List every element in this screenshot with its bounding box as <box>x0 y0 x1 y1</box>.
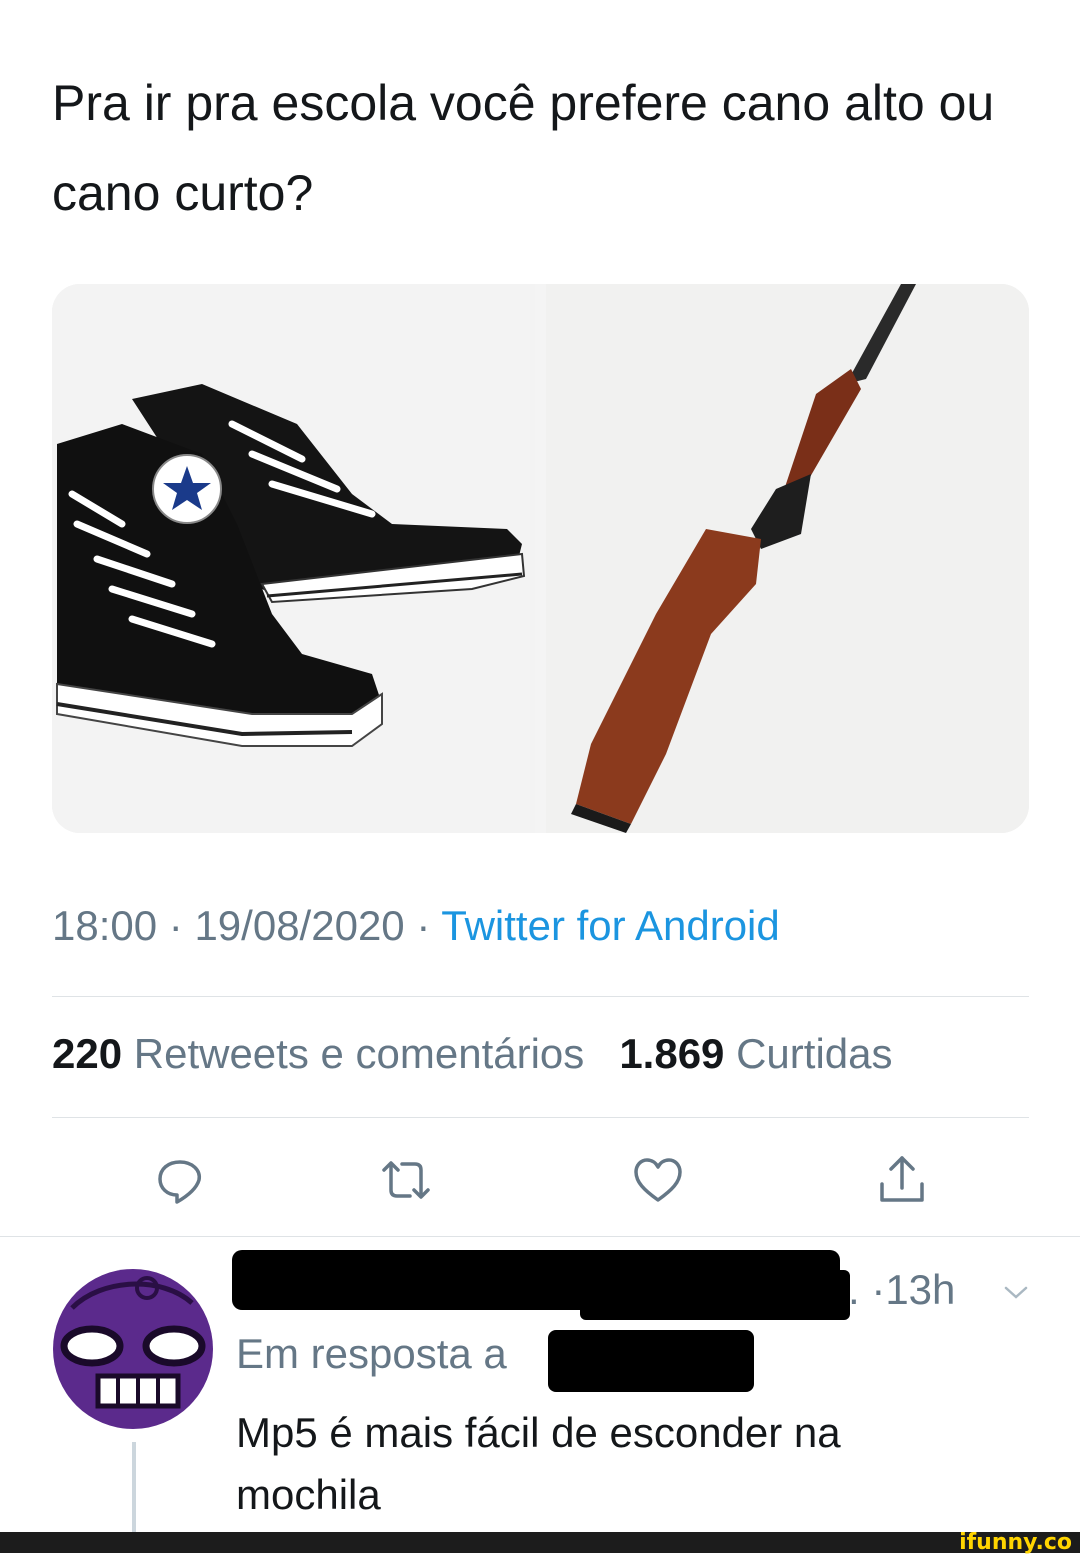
tweet-media[interactable] <box>52 284 1029 833</box>
tweet-actions <box>0 1148 1080 1218</box>
redacted-reply-target <box>548 1330 754 1392</box>
divider <box>52 996 1029 997</box>
divider <box>0 1236 1080 1237</box>
divider <box>52 1117 1029 1118</box>
retweets-label: Retweets e comentários <box>133 1030 585 1077</box>
reply-text: Mp5 é mais fácil de esconder na mochila <box>236 1409 841 1518</box>
retweet-button[interactable] <box>378 1152 434 1208</box>
redacted-handle <box>580 1270 850 1320</box>
likes-label: Curtidas <box>736 1030 893 1077</box>
tweet-source-link[interactable]: Twitter for Android <box>441 902 779 949</box>
tweet-date: 19/08/2020 <box>194 902 405 949</box>
retweets-stat[interactable]: 220 Retweets e comentários <box>52 1030 584 1077</box>
ifunny-watermark: ifunny.co <box>959 1530 1072 1555</box>
share-icon <box>880 1156 924 1202</box>
thread-line <box>132 1442 136 1532</box>
reply-button[interactable] <box>152 1152 208 1208</box>
likes-count: 1.869 <box>619 1030 725 1077</box>
tweet-text: Pra ir pra escola você prefere cano alto… <box>52 75 995 221</box>
tweet-meta: 18:00 · 19/08/2020 · Twitter for Android <box>52 902 780 950</box>
shotgun-image[interactable] <box>546 284 1029 833</box>
retweet-icon <box>382 1161 430 1199</box>
retweets-count: 220 <box>52 1030 123 1077</box>
meta-separator: · <box>416 902 431 949</box>
likes-stat[interactable]: 1.869 Curtidas <box>619 1030 892 1077</box>
meta-separator: · <box>168 902 183 949</box>
like-button[interactable] <box>630 1152 686 1208</box>
watermark-bar <box>0 1532 1080 1553</box>
in-reply-to-label: Em resposta a <box>236 1330 507 1377</box>
like-icon <box>634 1158 682 1202</box>
avatar[interactable] <box>52 1268 214 1430</box>
converse-sneakers-image[interactable] <box>52 284 535 833</box>
tweet-time: 18:00 <box>52 902 158 949</box>
in-reply-to: Em resposta a <box>236 1330 507 1378</box>
share-button[interactable] <box>874 1152 930 1208</box>
reply-icon <box>158 1160 201 1204</box>
chevron-down-icon[interactable] <box>1002 1284 1030 1302</box>
reply-time: . ·13h <box>848 1266 956 1313</box>
tweet-stats: 220 Retweets e comentários 1.869 Curtida… <box>52 1030 893 1078</box>
